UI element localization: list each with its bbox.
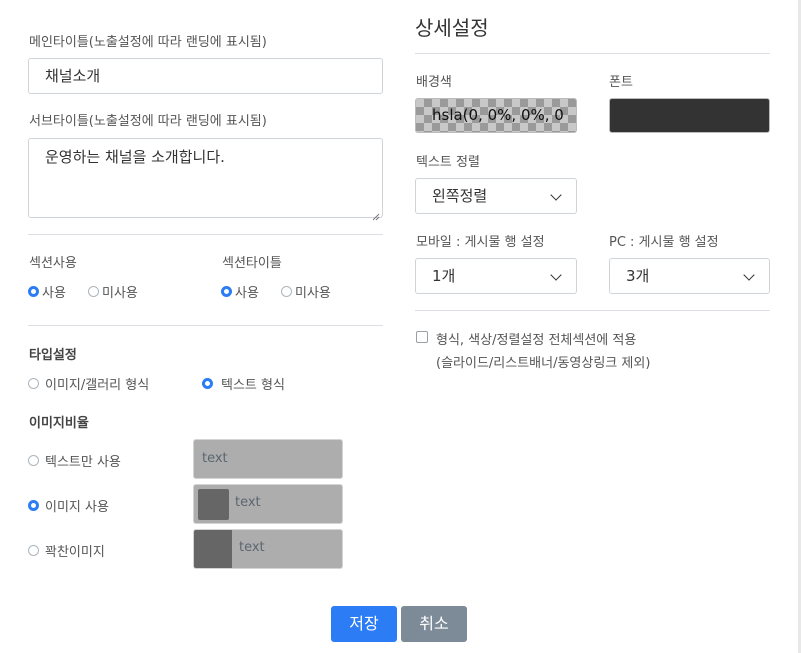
select-value: 1개 <box>432 267 456 285</box>
image-ratio-label: 이미지비율 <box>29 416 89 431</box>
radio-label: 이미지 사용 <box>45 500 109 515</box>
section-use-label: 섹션사용 <box>29 256 77 271</box>
section-use-radio-use[interactable]: 사용 <box>28 281 66 301</box>
ratio-preview-full-image[interactable]: text <box>193 529 343 569</box>
image-thumb <box>198 489 229 520</box>
image-thumb <box>194 530 232 568</box>
divider <box>415 310 770 311</box>
pc-rows-label: PC : 게시물 행 설정 <box>609 235 719 250</box>
radio-label: 텍스트만 사용 <box>45 455 121 470</box>
radio-icon <box>281 286 292 297</box>
ratio-preview-text-only[interactable]: text <box>193 439 343 479</box>
radio-icon <box>28 545 39 556</box>
apply-all-label-line1: 형식, 색상/정렬설정 전체섹션에 적용 <box>436 333 637 348</box>
radio-icon <box>28 378 39 389</box>
radio-icon <box>28 455 39 466</box>
chevron-down-icon <box>550 189 562 201</box>
bg-color-picker[interactable]: hsla(0, 0%, 0%, 0 <box>415 98 577 133</box>
sub-title-textarea[interactable]: 운영하는 채널을 소개합니다. <box>28 138 383 218</box>
radio-label: 사용 <box>42 286 66 301</box>
chevron-down-icon <box>550 269 562 281</box>
radio-label: 꽉찬이미지 <box>45 545 105 560</box>
mobile-rows-label: 모바일 : 게시물 행 설정 <box>416 235 545 250</box>
chevron-down-icon <box>743 269 755 281</box>
pc-rows-select[interactable]: 3개 <box>609 258 770 294</box>
main-title-input[interactable]: 채널소개 <box>28 58 383 94</box>
ratio-radio-image[interactable]: 이미지 사용 <box>28 495 109 515</box>
divider <box>28 234 383 235</box>
type-radio-image-gallery[interactable]: 이미지/갤러리 형식 <box>28 373 149 393</box>
type-radio-text[interactable]: 텍스트 형식 <box>202 373 285 393</box>
divider <box>415 53 770 54</box>
sub-title-label: 서브타이틀(노출설정에 따라 랜딩에 표시됨) <box>29 114 267 129</box>
radio-label: 사용 <box>235 286 259 301</box>
preview-text: text <box>202 451 228 466</box>
radio-icon <box>202 378 213 389</box>
preview-text: text <box>239 540 265 555</box>
ratio-radio-text-only[interactable]: 텍스트만 사용 <box>28 450 121 470</box>
bg-color-label: 배경색 <box>416 75 452 90</box>
apply-all-checkbox[interactable] <box>416 331 428 343</box>
select-value: 왼쪽정렬 <box>432 187 488 205</box>
radio-icon <box>28 286 39 297</box>
ratio-preview-image[interactable]: text <box>193 484 343 524</box>
detail-title: 상세설정 <box>415 16 489 40</box>
text-align-label: 텍스트 정렬 <box>416 155 480 170</box>
section-title-label: 섹션타이틀 <box>222 256 282 271</box>
radio-label: 이미지/갤러리 형식 <box>45 378 150 393</box>
radio-label: 미사용 <box>102 286 138 301</box>
font-label: 폰트 <box>609 75 633 90</box>
select-value: 3개 <box>626 267 650 285</box>
radio-icon <box>221 286 232 297</box>
radio-label: 텍스트 형식 <box>221 378 285 393</box>
divider <box>28 325 383 326</box>
radio-icon <box>28 500 39 511</box>
text-align-select[interactable]: 왼쪽정렬 <box>415 178 577 214</box>
ratio-radio-full-image[interactable]: 꽉찬이미지 <box>28 540 105 560</box>
type-setting-label: 타입설정 <box>29 348 77 363</box>
section-title-radio-use[interactable]: 사용 <box>221 281 259 301</box>
main-title-label: 메인타이틀(노출설정에 따라 랜딩에 표시됨) <box>29 35 267 50</box>
apply-all-label-line2: (슬라이드/리스트배너/동영상링크 제외) <box>436 356 651 371</box>
radio-icon <box>88 286 99 297</box>
section-use-radio-unused[interactable]: 미사용 <box>88 281 138 301</box>
section-title-radio-unused[interactable]: 미사용 <box>281 281 331 301</box>
cancel-button[interactable]: 취소 <box>401 606 467 642</box>
radio-label: 미사용 <box>295 286 331 301</box>
save-button[interactable]: 저장 <box>331 606 397 642</box>
preview-text: text <box>235 495 261 510</box>
mobile-rows-select[interactable]: 1개 <box>415 258 577 294</box>
font-color-picker[interactable] <box>609 98 770 133</box>
resize-handle-icon[interactable] <box>372 206 380 221</box>
